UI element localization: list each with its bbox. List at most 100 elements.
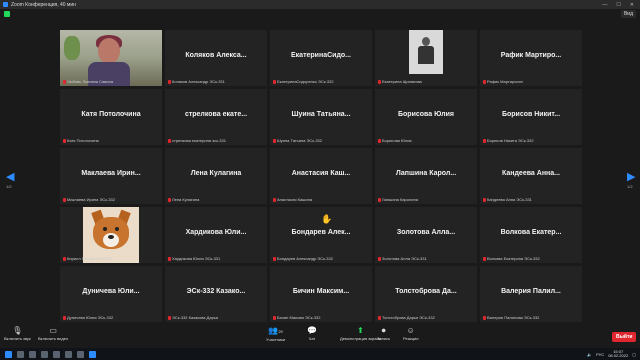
zoom-taskbar-icon[interactable] <box>89 350 96 358</box>
participant-tile[interactable]: Кирилл Петров ЭСк-332 <box>60 207 162 263</box>
participant-name: ЭСк-332 Казакова Дарья <box>172 315 219 320</box>
participant-tile[interactable]: Катя Потолочина Катя Потолочина <box>60 89 162 145</box>
participant-name: Рафик Мартиросян <box>487 79 523 84</box>
window-controls: — ☐ ✕ <box>602 2 640 8</box>
participant-name-label: Коляков Александр ЭСк-331 <box>168 79 225 84</box>
zoom-app-icon <box>3 2 8 7</box>
app-icon[interactable] <box>77 350 84 358</box>
participant-name-label: Кандеева Анна ЭСк-331 <box>483 197 532 202</box>
meeting-toolbar: 🎙 Включить звук ▭ Включить видео 👥29 Уча… <box>0 324 640 348</box>
leave-button[interactable]: Выйти <box>612 332 637 342</box>
mic-muted-icon <box>168 315 171 320</box>
hand-cursor-icon: ✋ <box>321 214 333 224</box>
participant-name: Любовь Львовна Савина <box>67 79 114 84</box>
participant-tile[interactable]: Анастасия Каш... Анастасия Кашина <box>270 148 372 204</box>
prev-page-number: 1/2 <box>6 184 12 189</box>
mic-muted-icon <box>168 138 171 143</box>
participants-button[interactable]: 👥29 Участники <box>266 326 285 342</box>
mute-button[interactable]: 🎙 Включить звук <box>4 326 31 341</box>
mic-muted-icon <box>378 256 381 261</box>
reactions-button[interactable]: ☺ Реакции <box>403 326 418 341</box>
start-video-button[interactable]: ▭ Включить видео <box>38 326 68 341</box>
search-icon[interactable] <box>17 350 24 358</box>
participant-tile[interactable]: Бичин Максим... Бичин Максим ЭСк-332 <box>270 266 372 322</box>
participant-tile[interactable]: Любовь Львовна Савина <box>60 30 162 86</box>
participant-display-name: Волкова Екатер... <box>500 229 562 236</box>
participant-tile[interactable]: Дуничева Юли... Дуничева Юлия ЭСк-332 <box>60 266 162 322</box>
minimize-icon[interactable]: — <box>602 2 607 8</box>
participant-tile[interactable]: Золотова Алла... Золотова Алла ЭСк-331 <box>375 207 477 263</box>
participant-name-label: Дуничева Юлия ЭСк-332 <box>63 315 113 320</box>
participant-display-name: Дуничева Юли... <box>82 288 140 295</box>
participant-name: Хардикова Юлия ЭСк-331 <box>172 256 221 261</box>
participant-tile[interactable]: Хардикова Юли... Хардикова Юлия ЭСк-331 <box>165 207 267 263</box>
participant-tile[interactable]: Лена Кулагина Лена Кулагина <box>165 148 267 204</box>
participant-tile[interactable]: Толстоброва Да... Толстоброва Дарья ЭСк-3… <box>375 266 477 322</box>
mic-muted-icon: 🎙 <box>12 326 23 335</box>
participant-display-name: ЭСк-332 Казако... <box>186 288 246 295</box>
mic-muted-icon <box>378 197 381 202</box>
participant-photo <box>409 30 443 74</box>
participant-tile[interactable]: Маклаева Ирин... Маклаева Ирина ЭСк-332 <box>60 148 162 204</box>
nose <box>108 235 114 239</box>
clock[interactable]: 15:07 08.02.2022 <box>608 350 628 358</box>
meeting-top-bar <box>0 9 640 19</box>
participant-display-name: Хардикова Юли... <box>185 229 247 236</box>
participant-display-name: Шуина Татьяна... <box>291 111 351 118</box>
taskview-icon[interactable] <box>29 350 36 358</box>
face <box>98 38 120 64</box>
participant-display-name: Анастасия Каш... <box>291 170 351 177</box>
participant-name: Маклаева Ирина ЭСк-332 <box>67 197 115 202</box>
next-page-icon[interactable]: ▶ <box>627 170 635 183</box>
view-button[interactable]: Вид <box>620 10 636 18</box>
participant-tile[interactable]: Екатерина Щипанова <box>375 30 477 86</box>
record-button[interactable]: ⏺ Запись <box>377 326 390 341</box>
participant-tile[interactable]: Шуина Татьяна... Шуина Татьяна ЭСк-332 <box>270 89 372 145</box>
participant-tile[interactable]: Волкова Екатер... Волкова Екатерина ЭСк-3… <box>480 207 582 263</box>
participant-name-label: Лапшина Каролина <box>378 197 418 202</box>
participant-name-label: Анастасия Кашина <box>273 197 312 202</box>
volume-icon[interactable]: 🔈 <box>587 352 592 357</box>
participant-tile[interactable]: Лапшина Карол... Лапшина Каролина <box>375 148 477 204</box>
participant-name: Коляков Александр ЭСк-331 <box>172 79 225 84</box>
explorer-icon[interactable] <box>53 350 60 358</box>
participant-name: Борисова Юлия <box>382 138 412 143</box>
maximize-icon[interactable]: ☐ <box>616 2 620 8</box>
participant-name: Кандеева Анна ЭСк-331 <box>487 197 532 202</box>
participant-tile[interactable]: стрелкова екате... стрелкова екатерина эс… <box>165 89 267 145</box>
share-screen-button[interactable]: ⬆ Демонстрация экрана <box>340 326 381 341</box>
prev-page-icon[interactable]: ◀ <box>6 170 14 183</box>
share-screen-icon: ⬆ <box>357 326 364 335</box>
participant-tile[interactable]: Борисова Юлия Борисова Юлия <box>375 89 477 145</box>
browser-icon[interactable] <box>41 350 48 358</box>
participant-tile[interactable]: Борисов Никит... Борисов Никита ЭСк-332 <box>480 89 582 145</box>
participant-display-name: Золотова Алла... <box>396 229 456 236</box>
clock-date: 08.02.2022 <box>608 353 629 358</box>
security-shield-icon[interactable] <box>4 11 10 17</box>
participant-display-name: Бондарев Алек... <box>291 229 351 236</box>
participant-tile[interactable]: Рафик Мартиро... Рафик Мартиросян <box>480 30 582 86</box>
notifications-icon[interactable]: ▢ <box>632 352 636 357</box>
participant-tile[interactable]: Коляков Алекса... Коляков Александр ЭСк-3… <box>165 30 267 86</box>
mic-muted-icon <box>273 315 276 320</box>
participant-tile[interactable]: ЭСк-332 Казако... ЭСк-332 Казакова Дарья <box>165 266 267 322</box>
steam-icon[interactable] <box>65 350 72 358</box>
window-title: Zoom Конференция, 40 мин <box>11 1 76 8</box>
mic-muted-icon <box>483 79 486 84</box>
participant-name: Дуничева Юлия ЭСк-332 <box>67 315 114 320</box>
participant-tile[interactable]: Валерия Палил... Валерия Палилова ЭСк-332 <box>480 266 582 322</box>
participant-name: Валерия Палилова ЭСк-332 <box>487 315 540 320</box>
close-icon[interactable]: ✕ <box>630 2 634 8</box>
participant-name-label: Бичин Максим ЭСк-332 <box>273 315 321 320</box>
participant-tile[interactable]: ЕкатеринаСидо... ЕкатеринаСидоренко ЭСк-3… <box>270 30 372 86</box>
start-icon[interactable] <box>5 350 12 358</box>
participant-name-label: Толстоброва Дарья ЭСк-332 <box>378 315 435 320</box>
photo-body <box>418 46 434 64</box>
mic-muted-icon <box>63 315 66 320</box>
language-indicator[interactable]: РУС <box>596 352 604 357</box>
chat-button[interactable]: 💬 Чат <box>307 326 317 341</box>
mic-muted-icon <box>63 79 66 84</box>
mic-muted-icon <box>273 138 276 143</box>
participant-video <box>60 30 162 86</box>
participant-tile[interactable]: Кандеева Анна... Кандеева Анна ЭСк-331 <box>480 148 582 204</box>
